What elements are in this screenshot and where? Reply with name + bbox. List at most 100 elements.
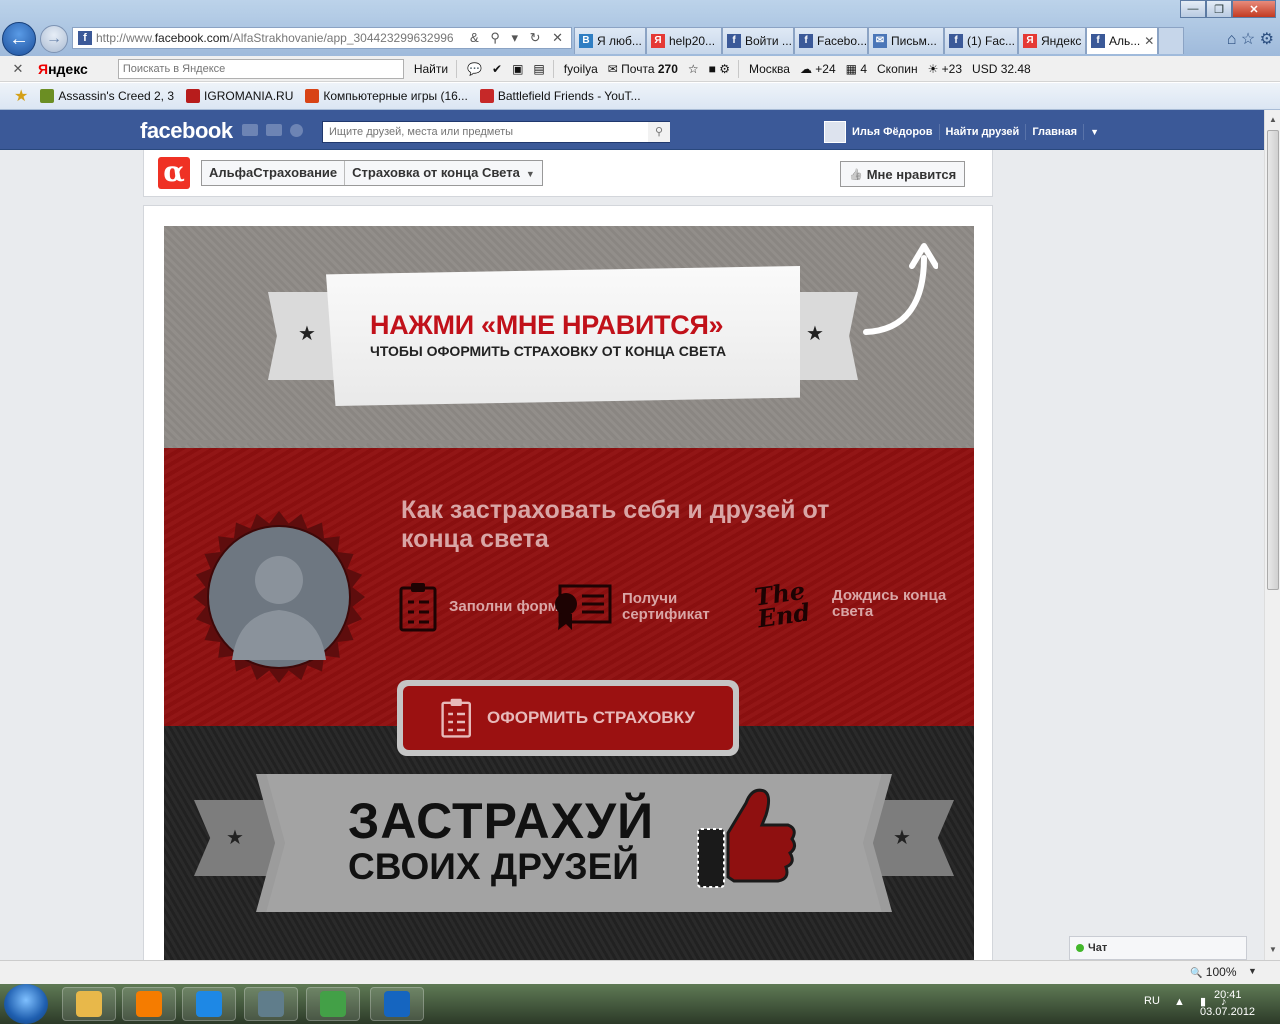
breadcrumb-page[interactable]: АльфаСтрахование <box>202 161 344 185</box>
search-icon[interactable]: ⚲ <box>648 122 670 142</box>
yandex-find-button[interactable]: Найти <box>414 62 448 76</box>
facebook-logo[interactable]: facebook <box>140 118 233 144</box>
scroll-down-icon[interactable]: ▼ <box>1265 942 1280 958</box>
alfa-logo[interactable]: α <box>158 157 190 189</box>
taskbar-app[interactable] <box>182 987 236 1021</box>
taskbar-app[interactable] <box>370 987 424 1021</box>
notifications-globe-icon[interactable] <box>290 124 303 137</box>
bookmark-icon[interactable]: ▤ <box>533 62 544 76</box>
certificate-icon <box>555 584 612 630</box>
weather-city-2[interactable]: Скопин <box>877 62 918 76</box>
favorite-link[interactable]: Battlefield Friends - YouT... <box>479 89 641 103</box>
close-window-button[interactable]: ✕ <box>1232 0 1276 18</box>
yandex-search-input[interactable] <box>117 58 404 79</box>
clipboard-icon <box>441 698 472 738</box>
new-tab-button[interactable] <box>1158 27 1184 54</box>
url-tools[interactable]: & ⚲ ▾ ↻ ✕ <box>470 30 567 46</box>
chat-label: Чат <box>1088 942 1108 954</box>
chat-bar[interactable]: Чат <box>1069 936 1247 960</box>
messages-icon[interactable] <box>266 124 282 136</box>
favorite-label: IGROMANIA.RU <box>204 89 294 103</box>
step-certificate: Получи сертификат <box>552 582 742 632</box>
bookmarks-icon[interactable]: ☆ <box>688 62 699 76</box>
clock-date[interactable]: 03.07.2012 <box>1200 1006 1255 1018</box>
taskbar-app[interactable] <box>244 987 298 1021</box>
mail-link[interactable]: ✉ Почта 270 <box>608 62 678 76</box>
step-label: Дождись конца света <box>832 587 947 620</box>
tab-label: Facebo... <box>817 34 868 48</box>
star-icon: ★ <box>226 827 244 849</box>
url-text[interactable]: http://www.facebook.com/AlfaStrakhovanie… <box>96 31 454 45</box>
like-page-button[interactable]: 👍 Мне нравится <box>840 161 966 187</box>
close-tab-icon[interactable]: ✕ <box>1144 34 1154 48</box>
page-icon[interactable]: ▣ <box>512 62 523 76</box>
app-icon <box>76 991 102 1017</box>
taskbar-app[interactable] <box>122 987 176 1021</box>
browser-tab[interactable]: f Facebo... <box>794 27 868 54</box>
forward-button[interactable]: → <box>40 25 68 53</box>
browser-tab[interactable]: В Я люб... <box>574 27 646 54</box>
currency-rate[interactable]: USD 32.48 <box>972 62 1031 76</box>
maximize-button[interactable]: ❐ <box>1206 0 1232 18</box>
speech-bubble-icon[interactable]: 💬 <box>467 62 482 76</box>
avatar[interactable] <box>824 121 846 143</box>
facebook-search-input[interactable] <box>322 121 670 143</box>
translate-icon[interactable]: ✔ <box>492 62 502 76</box>
divider <box>938 124 940 140</box>
browser-tab[interactable]: Яhelp20... <box>646 27 722 54</box>
back-button[interactable]: ← <box>2 22 36 56</box>
address-bar[interactable]: f http://www.facebook.com/AlfaStrakhovan… <box>72 27 572 49</box>
tab-label: (1) Fac... <box>967 34 1016 48</box>
divider <box>737 59 739 78</box>
scroll-up-icon[interactable]: ▲ <box>1265 112 1280 128</box>
language-indicator[interactable]: RU <box>1144 995 1160 1007</box>
yandex-logo[interactable]: Яндекс <box>38 61 88 77</box>
favorites-star-icon[interactable]: ★ <box>14 86 28 106</box>
friend-requests-icon[interactable] <box>242 124 258 136</box>
tab-label: Письм... <box>891 34 937 48</box>
order-insurance-button[interactable]: ОФОРМИТЬ СТРАХОВКУ <box>397 680 739 756</box>
curved-arrow-icon <box>863 243 938 335</box>
vertical-scrollbar[interactable]: ▲ ▼ <box>1264 110 1280 960</box>
taskbar-app[interactable] <box>62 987 116 1021</box>
browser-tab[interactable]: Я Яндекс <box>1018 27 1086 54</box>
taskbar-app[interactable] <box>306 987 360 1021</box>
order-insurance-label: ОФОРМИТЬ СТРАХОВКУ <box>487 708 695 727</box>
browser-tab[interactable]: f (1) Fac... <box>944 27 1018 54</box>
zoom-caret-icon[interactable]: ▼ <box>1248 966 1257 976</box>
browser-tab[interactable]: f Аль... ✕ <box>1086 27 1158 54</box>
account-menu-caret-icon[interactable]: ▼ <box>1090 127 1099 137</box>
close-toolbar-icon[interactable]: ✕ <box>8 61 28 77</box>
browser-tab[interactable]: f Войти ... <box>722 27 794 54</box>
divider <box>456 59 458 78</box>
tab-favicon-icon: f <box>1091 34 1105 48</box>
clock-time[interactable]: 20:41 <box>1214 989 1242 1001</box>
order-insurance-button-face[interactable]: ОФОРМИТЬ СТРАХОВКУ <box>403 686 733 750</box>
yandex-user[interactable]: fyoilya <box>564 62 598 76</box>
traffic-count[interactable]: ▦ 4 <box>846 62 867 76</box>
tab-label: help20... <box>669 34 716 48</box>
zoom-level[interactable]: 🔍 100% <box>1190 965 1237 979</box>
scallop-edge <box>164 440 974 452</box>
browser-tab[interactable]: ✉ Письм... <box>868 27 944 54</box>
tab-label: Я люб... <box>597 34 642 48</box>
home-link[interactable]: Главная <box>1032 126 1077 138</box>
favorite-link[interactable]: Компьютерные игры (16... <box>305 89 468 103</box>
breadcrumb-app[interactable]: Страховка от конца Света ▼ <box>344 161 542 185</box>
favorite-link[interactable]: Assassin's Creed 2, 3 <box>40 89 174 103</box>
weather-temp-1[interactable]: ☁ +24 <box>800 62 836 76</box>
weather-temp-2[interactable]: ☀ +23 <box>928 62 962 76</box>
thumbs-up-icon[interactable] <box>694 781 798 893</box>
profile-link[interactable]: Илья Фёдоров <box>852 126 933 138</box>
tab-favicon-icon: В <box>579 34 593 48</box>
favorite-favicon-icon <box>40 89 55 103</box>
start-button[interactable] <box>4 984 48 1024</box>
minimize-button[interactable]: — <box>1180 0 1206 18</box>
apps-icon[interactable]: ■ ⚙ <box>709 62 730 76</box>
weather-city-1[interactable]: Москва <box>749 62 790 76</box>
find-friends-link[interactable]: Найти друзей <box>946 126 1020 138</box>
scrollbar-thumb[interactable] <box>1267 130 1279 590</box>
cta-subtitle: ЧТОБЫ ОФОРМИТЬ СТРАХОВКУ ОТ КОНЦА СВЕТА <box>370 343 727 359</box>
favorite-link[interactable]: IGROMANIA.RU <box>186 89 293 103</box>
home-favorites-tools-icons[interactable]: ⌂ ☆ ⚙ <box>1227 29 1274 49</box>
